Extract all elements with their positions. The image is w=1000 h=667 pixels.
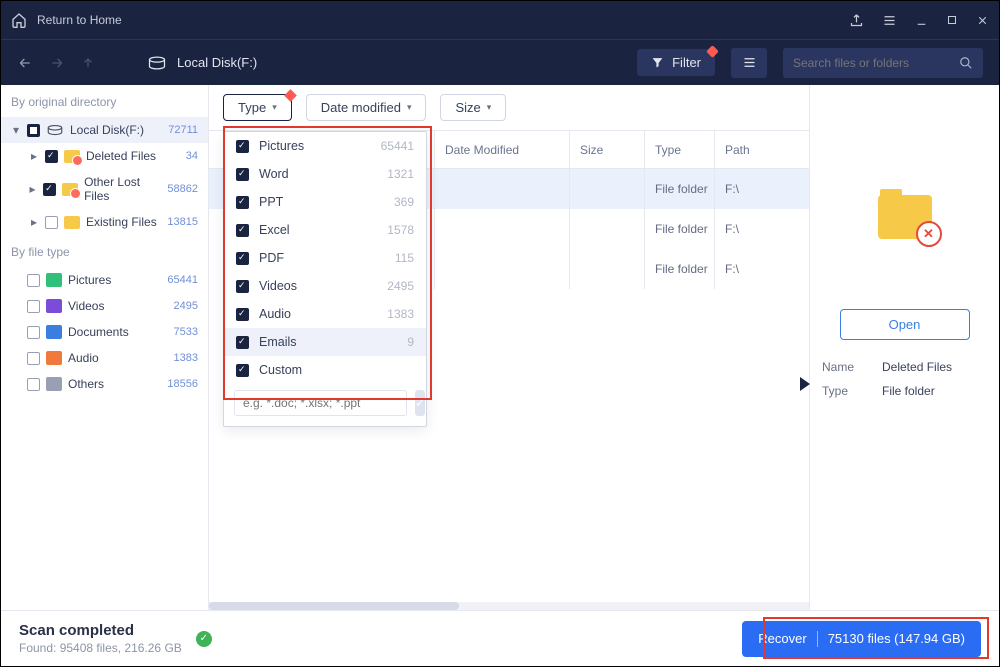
type-dropdown-item[interactable]: Word1321 <box>224 160 426 188</box>
type-checkbox[interactable] <box>236 140 249 153</box>
preview-panel: Open NameDeleted Files TypeFile folder <box>809 85 999 610</box>
col-date-modified[interactable]: Date Modified <box>434 131 569 168</box>
filter-date-button[interactable]: Date modified▾ <box>306 94 427 121</box>
type-dropdown-item[interactable]: Excel1578 <box>224 216 426 244</box>
menu-icon[interactable] <box>882 13 897 28</box>
type-checkbox[interactable] <box>236 224 249 237</box>
open-button[interactable]: Open <box>840 309 970 340</box>
type-checkbox[interactable] <box>236 196 249 209</box>
path-label: Local Disk(F:) <box>177 55 257 70</box>
file-list-area: Type▾ Date modified▾ Size▾ Date Modified… <box>209 85 809 610</box>
meta-name-value: Deleted Files <box>882 360 952 374</box>
search-box[interactable] <box>783 48 983 78</box>
type-dropdown-item[interactable]: Videos2495 <box>224 272 426 300</box>
search-icon[interactable] <box>959 56 973 70</box>
return-home-link[interactable]: Return to Home <box>37 13 122 27</box>
path-bar[interactable]: Local Disk(F:) <box>147 55 257 70</box>
filetype-checkbox[interactable] <box>27 352 40 365</box>
filter-bar: Type▾ Date modified▾ Size▾ <box>209 85 809 131</box>
type-checkbox[interactable] <box>236 336 249 349</box>
meta-type-value: File folder <box>882 384 935 398</box>
filetype-item[interactable]: Videos2495 <box>1 293 208 319</box>
nav-up-icon <box>81 56 95 70</box>
filter-size-button[interactable]: Size▾ <box>440 94 506 121</box>
minimize-icon[interactable] <box>915 14 928 27</box>
sidebar: By original directory ▾Local Disk(F:)727… <box>1 85 209 610</box>
tree-checkbox[interactable] <box>45 150 58 163</box>
maximize-icon[interactable] <box>946 14 958 26</box>
recover-info: 75130 files (147.94 GB) <box>828 631 965 646</box>
custom-type-confirm-button[interactable]: ✓ <box>415 390 425 416</box>
filetype-checkbox[interactable] <box>27 326 40 339</box>
filetype-item[interactable]: Others18556 <box>1 371 208 397</box>
filetype-icon <box>46 377 62 391</box>
scan-status-title: Scan completed <box>19 622 182 639</box>
tree-item[interactable]: ▸Deleted Files34 <box>1 143 208 169</box>
scan-complete-icon: ✓ <box>196 631 212 647</box>
sidebar-heading-filetype: By file type <box>1 235 208 267</box>
tree-checkbox[interactable] <box>27 124 40 137</box>
tree-checkbox[interactable] <box>43 183 56 196</box>
filter-type-button[interactable]: Type▾ <box>223 94 292 121</box>
filetype-checkbox[interactable] <box>27 274 40 287</box>
type-dropdown-item[interactable]: Audio1383 <box>224 300 426 328</box>
filetype-checkbox[interactable] <box>27 378 40 391</box>
horizontal-scrollbar[interactable] <box>209 602 809 610</box>
type-checkbox[interactable] <box>236 168 249 181</box>
filter-badge-icon <box>706 45 719 58</box>
type-dropdown-item[interactable]: PDF115 <box>224 244 426 272</box>
type-checkbox[interactable] <box>236 280 249 293</box>
col-type[interactable]: Type <box>644 131 714 168</box>
search-input[interactable] <box>793 56 949 70</box>
filetype-icon <box>46 273 62 287</box>
filetype-icon <box>46 351 62 365</box>
filetype-item[interactable]: Audio1383 <box>1 345 208 371</box>
titlebar: Return to Home <box>1 1 999 39</box>
tree-checkbox[interactable] <box>45 216 58 229</box>
type-dropdown-item[interactable]: Emails9 <box>224 328 426 356</box>
col-path[interactable]: Path <box>714 131 809 168</box>
tree-item[interactable]: ▸Existing Files13815 <box>1 209 208 235</box>
filter-type-badge-icon <box>284 89 297 102</box>
filetype-checkbox[interactable] <box>27 300 40 313</box>
footer: Scan completed Found: 95408 files, 216.2… <box>1 610 999 666</box>
type-dropdown-item[interactable]: Custom <box>224 356 426 384</box>
type-checkbox[interactable] <box>236 308 249 321</box>
toolbar: Local Disk(F:) Filter <box>1 39 999 85</box>
type-dropdown-item[interactable]: Pictures65441 <box>224 132 426 160</box>
nav-back-icon[interactable] <box>17 55 33 71</box>
recover-button[interactable]: Recover 75130 files (147.94 GB) <box>742 621 981 657</box>
filetype-item[interactable]: Pictures65441 <box>1 267 208 293</box>
close-icon[interactable] <box>976 14 989 27</box>
type-checkbox[interactable] <box>236 252 249 265</box>
view-toggle-button[interactable] <box>731 48 767 78</box>
filetype-icon <box>46 325 62 339</box>
type-dropdown: Pictures65441Word1321PPT369Excel1578PDF1… <box>223 131 427 427</box>
type-checkbox[interactable] <box>236 364 249 377</box>
tree-item[interactable]: ▾Local Disk(F:)72711 <box>1 117 208 143</box>
filter-button[interactable]: Filter <box>637 49 715 76</box>
nav-forward-icon <box>49 55 65 71</box>
tree-item[interactable]: ▸Other Lost Files58862 <box>1 169 208 209</box>
col-size[interactable]: Size <box>569 131 644 168</box>
home-icon[interactable] <box>11 12 37 28</box>
type-dropdown-item[interactable]: PPT369 <box>224 188 426 216</box>
custom-type-input[interactable] <box>234 390 407 416</box>
scan-status-sub: Found: 95408 files, 216.26 GB <box>19 641 182 655</box>
sidebar-heading-directory: By original directory <box>1 85 208 117</box>
panel-collapse-icon[interactable] <box>800 377 810 391</box>
filetype-item[interactable]: Documents7533 <box>1 319 208 345</box>
filetype-icon <box>46 299 62 313</box>
deleted-folder-icon <box>878 195 932 239</box>
export-icon[interactable] <box>849 13 864 28</box>
